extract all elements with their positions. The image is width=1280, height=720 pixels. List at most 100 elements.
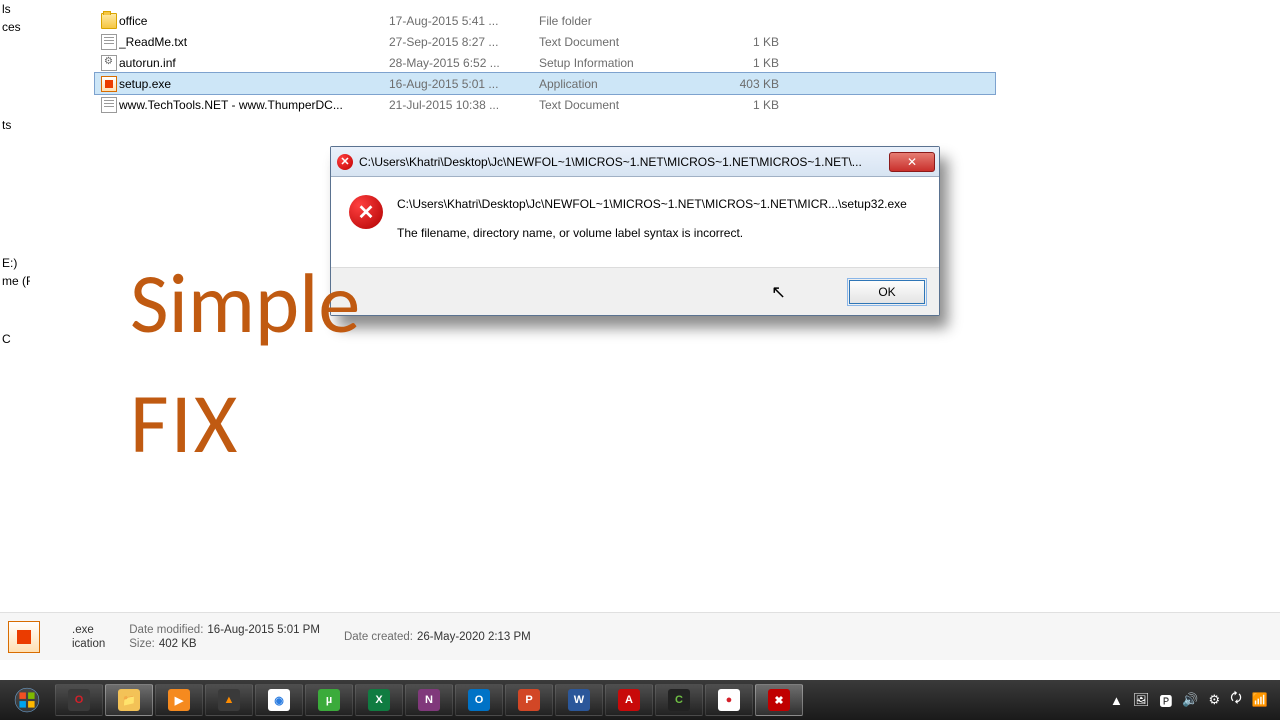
dialog-body: ✕ C:\Users\Khatri\Desktop\Jc\NEWFOL~1\MI… bbox=[331, 177, 939, 267]
onenote-icon: N bbox=[418, 689, 440, 711]
details-filetype: ication bbox=[72, 638, 105, 650]
sidebar-text: ces bbox=[0, 18, 30, 36]
tray-display-icon[interactable]: 🖼 bbox=[1133, 692, 1150, 708]
taskbar-item-opera[interactable]: O bbox=[55, 684, 103, 716]
chrome-icon: ◉ bbox=[268, 689, 290, 711]
tray-sync-icon[interactable]: 🗘 bbox=[1230, 689, 1242, 711]
media-player-icon: ▶ bbox=[168, 689, 190, 711]
taskbar-item-utorrent[interactable]: µ bbox=[305, 684, 353, 716]
adobe-reader-icon: A bbox=[618, 689, 640, 711]
system-tray: ▲ 🖼 🅿 🔊 ⚙ 🗘 📶 bbox=[1110, 689, 1274, 711]
taskbar-item-word[interactable]: W bbox=[555, 684, 603, 716]
taskbar-item-powerpoint[interactable]: P bbox=[505, 684, 553, 716]
file-row-office[interactable]: office 17-Aug-2015 5:41 ... File folder bbox=[95, 10, 995, 31]
overlay-text-simple: Simple bbox=[130, 252, 360, 355]
file-row-techtools[interactable]: www.TechTools.NET - www.ThumperDC... 21-… bbox=[95, 94, 995, 115]
taskbar-item-chrome[interactable]: ◉ bbox=[255, 684, 303, 716]
excel-icon: X bbox=[368, 689, 390, 711]
tray-show-hidden-icon[interactable]: ▲ bbox=[1110, 693, 1123, 708]
file-name: _ReadMe.txt bbox=[119, 35, 389, 49]
exe-file-icon bbox=[101, 76, 117, 92]
taskbar-item-adobe-reader[interactable]: A bbox=[605, 684, 653, 716]
taskbar-item-camtasia[interactable]: C bbox=[655, 684, 703, 716]
file-type: File folder bbox=[539, 14, 699, 28]
file-date: 16-Aug-2015 5:01 ... bbox=[389, 77, 539, 91]
tray-settings-icon[interactable]: ⚙ bbox=[1209, 692, 1221, 708]
details-modified: 16-Aug-2015 5:01 PM bbox=[207, 624, 320, 636]
camtasia-icon: C bbox=[668, 689, 690, 711]
details-filename: .exe bbox=[72, 624, 94, 636]
error-path: C:\Users\Khatri\Desktop\Jc\NEWFOL~1\MICR… bbox=[397, 195, 907, 214]
file-date: 27-Sep-2015 8:27 ... bbox=[389, 35, 539, 49]
file-type: Setup Information bbox=[539, 56, 699, 70]
opera-icon: O bbox=[68, 689, 90, 711]
taskbar-item-onenote[interactable]: N bbox=[405, 684, 453, 716]
sidebar-text: C bbox=[0, 330, 30, 348]
error-message: The filename, directory name, or volume … bbox=[397, 224, 907, 243]
file-name: autorun.inf bbox=[119, 56, 389, 70]
sidebar-text: E:) bbox=[0, 254, 30, 272]
recorder-icon: ● bbox=[718, 689, 740, 711]
file-date: 21-Jul-2015 10:38 ... bbox=[389, 98, 539, 112]
file-date: 17-Aug-2015 5:41 ... bbox=[389, 14, 539, 28]
dialog-title-text: C:\Users\Khatri\Desktop\Jc\NEWFOL~1\MICR… bbox=[359, 155, 889, 169]
start-button[interactable] bbox=[6, 684, 48, 716]
close-button[interactable]: ✕ bbox=[889, 152, 935, 172]
sidebar-text: ts bbox=[0, 116, 30, 134]
file-size: 1 KB bbox=[699, 56, 779, 70]
taskbar-item-file-explorer[interactable]: 📁 bbox=[105, 684, 153, 716]
text-file-icon bbox=[101, 97, 117, 113]
details-size: 402 KB bbox=[159, 638, 197, 650]
nav-sidebar-fragment: ls ces ts E:) me (F:) C bbox=[0, 0, 30, 620]
file-size: 1 KB bbox=[699, 98, 779, 112]
file-explorer-icon: 📁 bbox=[118, 689, 140, 711]
error-dialog-task-icon: ✖ bbox=[768, 689, 790, 711]
text-file-icon bbox=[101, 34, 117, 50]
tray-volume-icon[interactable]: 🔊 bbox=[1182, 692, 1198, 708]
taskbar-item-recorder[interactable]: ● bbox=[705, 684, 753, 716]
folder-icon bbox=[101, 13, 117, 29]
file-name: setup.exe bbox=[119, 77, 389, 91]
cursor-icon: ↖ bbox=[771, 282, 786, 303]
file-row-setup-selected[interactable]: setup.exe 16-Aug-2015 5:01 ... Applicati… bbox=[95, 73, 995, 94]
details-created-label: Date created: bbox=[344, 631, 413, 643]
ok-button[interactable]: OK bbox=[849, 280, 925, 304]
file-type: Text Document bbox=[539, 35, 699, 49]
details-modified-label: Date modified: bbox=[129, 624, 203, 636]
dialog-footer: ↖ OK bbox=[331, 267, 939, 315]
file-size: 1 KB bbox=[699, 35, 779, 49]
file-name: office bbox=[119, 14, 389, 28]
taskbar-item-error-dialog-task[interactable]: ✖ bbox=[755, 684, 803, 716]
sidebar-text: ls bbox=[0, 0, 30, 18]
taskbar-item-excel[interactable]: X bbox=[355, 684, 403, 716]
details-pane: .exe ication Date modified: 16-Aug-2015 5… bbox=[0, 612, 1280, 660]
details-size-label: Size: bbox=[129, 638, 155, 650]
details-created: 26-May-2020 2:13 PM bbox=[417, 631, 531, 643]
file-row-readme[interactable]: _ReadMe.txt 27-Sep-2015 8:27 ... Text Do… bbox=[95, 31, 995, 52]
file-list: office 17-Aug-2015 5:41 ... File folder … bbox=[95, 10, 995, 115]
taskbar: O 📁 ▶ ▲ ◉ µ X N O P W A C ● ✖ ▲ 🖼 🅿 🔊 ⚙ 🗘 📶 bbox=[0, 680, 1280, 720]
taskbar-item-outlook[interactable]: O bbox=[455, 684, 503, 716]
tray-network-icon[interactable]: 📶 bbox=[1252, 692, 1268, 708]
error-icon: ✕ bbox=[349, 195, 383, 229]
inf-file-icon bbox=[101, 55, 117, 71]
outlook-icon: O bbox=[468, 689, 490, 711]
file-size: 403 KB bbox=[699, 77, 779, 91]
file-type: Application bbox=[539, 77, 699, 91]
vlc-icon: ▲ bbox=[218, 689, 240, 711]
exe-file-icon bbox=[8, 621, 40, 653]
file-row-autorun[interactable]: autorun.inf 28-May-2015 6:52 ... Setup I… bbox=[95, 52, 995, 73]
error-dialog: ✕ C:\Users\Khatri\Desktop\Jc\NEWFOL~1\MI… bbox=[330, 146, 940, 316]
overlay-text-fix: FIX bbox=[130, 372, 239, 475]
taskbar-item-vlc[interactable]: ▲ bbox=[205, 684, 253, 716]
word-icon: W bbox=[568, 689, 590, 711]
utorrent-icon: µ bbox=[318, 689, 340, 711]
file-name: www.TechTools.NET - www.ThumperDC... bbox=[119, 98, 389, 112]
sidebar-text: me (F:) bbox=[0, 272, 30, 290]
taskbar-item-media-player[interactable]: ▶ bbox=[155, 684, 203, 716]
file-date: 28-May-2015 6:52 ... bbox=[389, 56, 539, 70]
tray-app-icon[interactable]: 🅿 bbox=[1159, 691, 1172, 710]
error-icon: ✕ bbox=[337, 154, 353, 170]
powerpoint-icon: P bbox=[518, 689, 540, 711]
dialog-titlebar[interactable]: ✕ C:\Users\Khatri\Desktop\Jc\NEWFOL~1\MI… bbox=[331, 147, 939, 177]
